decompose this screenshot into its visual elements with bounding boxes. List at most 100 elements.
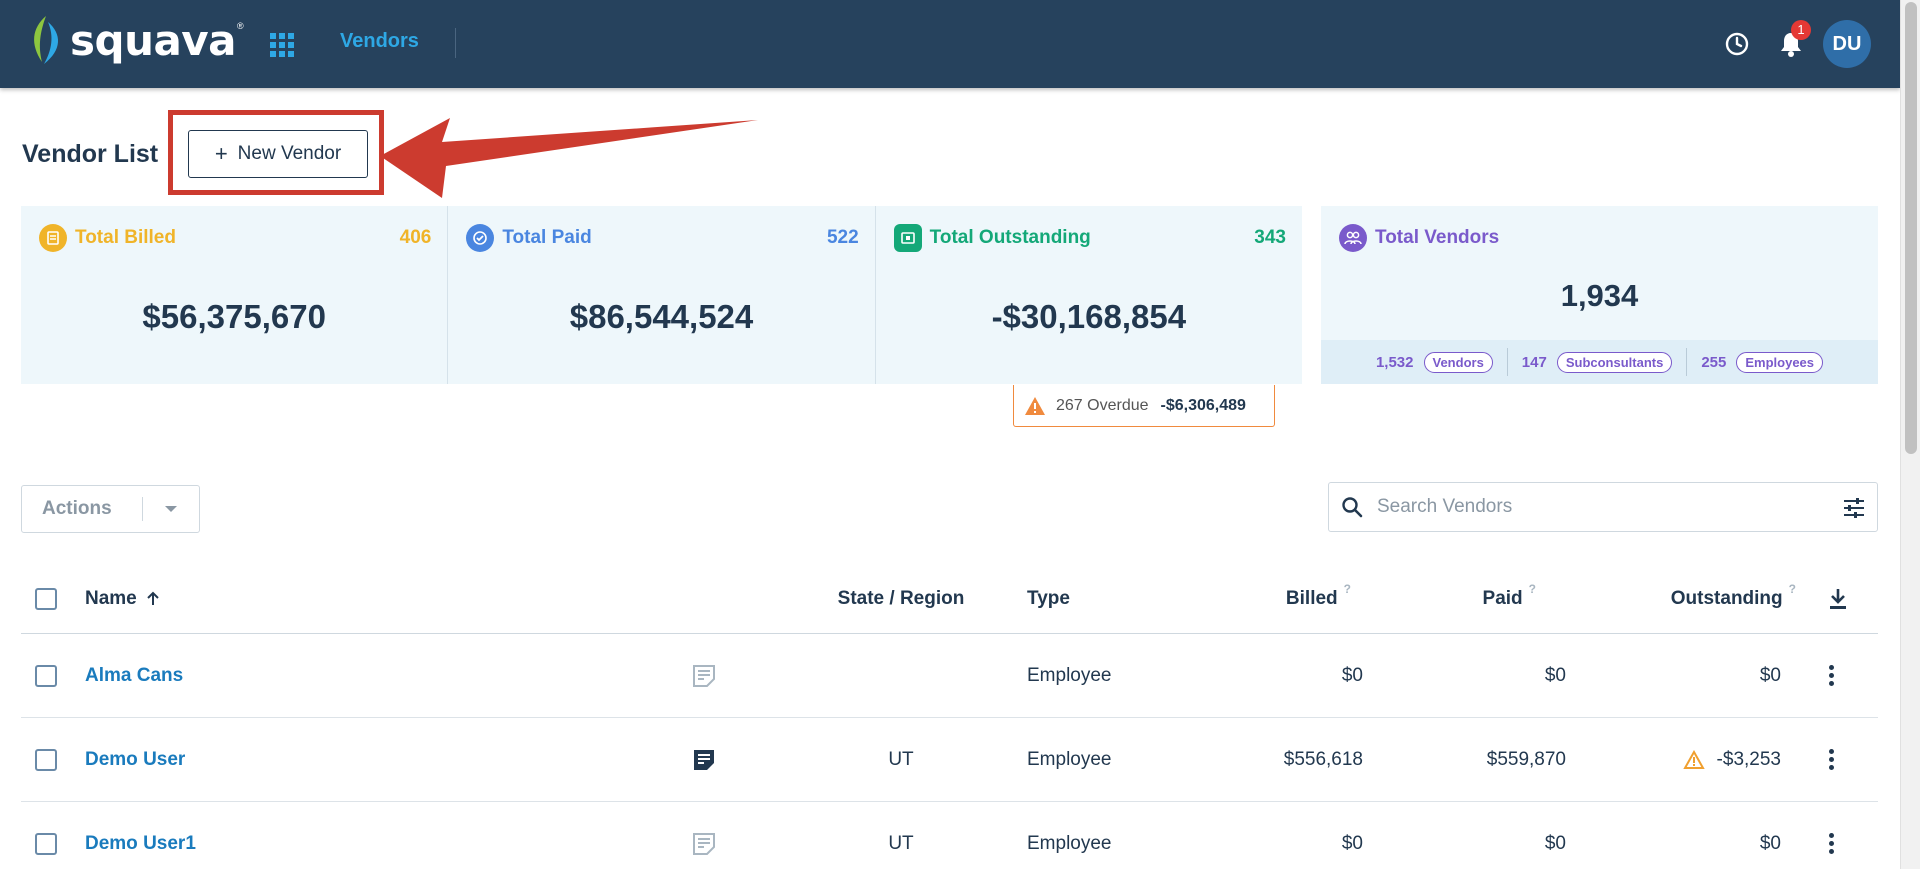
- notes-icon[interactable]: [691, 663, 717, 689]
- stat-paid-amount: $86,544,524: [569, 298, 754, 335]
- user-avatar[interactable]: DU: [1823, 20, 1871, 68]
- vendor-billed: $0: [1341, 832, 1363, 854]
- stat-billed-count: 406: [399, 227, 432, 248]
- stat-billed-amount: $56,375,670: [142, 298, 326, 335]
- breakdown-count: 255: [1701, 353, 1727, 371]
- table-row[interactable]: Demo User UT Employee $556,618 $559,870 …: [21, 718, 1878, 802]
- vendor-type: Employee: [1027, 748, 1112, 770]
- vendor-state: UT: [888, 832, 914, 854]
- overdue-indicator[interactable]: 267 Overdue -$6,306,489: [1013, 385, 1275, 427]
- nav-divider: [455, 28, 456, 58]
- table-row[interactable]: Alma Cans Employee $0 $0 $0: [21, 634, 1878, 718]
- help-icon[interactable]: ?: [1344, 582, 1351, 596]
- apps-grid-icon[interactable]: [270, 33, 294, 57]
- vendors-group-icon: [1339, 224, 1367, 252]
- vendor-billed: $556,618: [1283, 748, 1363, 770]
- stat-outstanding-count: 343: [1254, 227, 1286, 248]
- vendor-outstanding: -$3,253: [1581, 718, 1781, 801]
- paid-check-icon: [466, 224, 495, 252]
- breakdown-count: 1,532: [1375, 353, 1414, 371]
- notes-filled-icon[interactable]: [691, 747, 717, 773]
- chevron-down-icon[interactable]: [165, 506, 177, 512]
- column-header-state[interactable]: State / Region: [801, 565, 1001, 633]
- header-name-label: Name: [85, 588, 137, 609]
- stat-vendors-total: 1,934: [1560, 278, 1639, 313]
- header-paid-label: Paid: [1482, 588, 1523, 609]
- sort-arrow-up-icon[interactable]: [145, 591, 161, 607]
- filter-sliders-icon[interactable]: [1843, 497, 1865, 519]
- breakdown-subconsultants[interactable]: 147 Subconsultants: [1508, 348, 1688, 376]
- download-icon[interactable]: [1828, 588, 1848, 610]
- vendor-outstanding: $0: [1759, 832, 1781, 854]
- row-checkbox[interactable]: [35, 664, 57, 687]
- nav-link-vendors[interactable]: Vendors: [340, 30, 419, 53]
- column-header-paid[interactable]: Paid?: [1381, 565, 1536, 633]
- column-header-outstanding[interactable]: Outstanding?: [1581, 565, 1796, 633]
- billed-icon: [39, 224, 67, 252]
- vendor-paid: $0: [1544, 832, 1566, 854]
- actions-divider: [142, 497, 143, 521]
- stat-card-paid[interactable]: Total Paid 522 $86,544,524: [448, 206, 876, 384]
- stat-card-vendors[interactable]: Total Vendors 1,934 1,532 Vendors 147 Su…: [1321, 206, 1878, 384]
- search-box: [1328, 482, 1878, 532]
- notes-icon[interactable]: [691, 831, 717, 857]
- help-icon[interactable]: ?: [1789, 582, 1796, 596]
- page-scrollbar[interactable]: [1900, 0, 1920, 869]
- more-vertical-icon[interactable]: [1829, 833, 1834, 854]
- stat-outstanding-amount: -$30,168,854: [991, 298, 1187, 335]
- select-all-checkbox[interactable]: [35, 588, 57, 610]
- vendor-name-link[interactable]: Alma Cans: [85, 665, 183, 687]
- stat-vendors-label: Total Vendors: [1375, 227, 1500, 248]
- vendor-state: [801, 634, 1001, 717]
- table-row[interactable]: Demo User1 UT Employee $0 $0 $0: [21, 802, 1878, 869]
- brand-name: squava: [70, 15, 237, 65]
- vendor-name-link[interactable]: Demo User: [85, 749, 185, 771]
- vendor-state: UT: [888, 748, 914, 770]
- new-vendor-button[interactable]: + New Vendor: [188, 130, 368, 178]
- header-billed-label: Billed: [1285, 588, 1338, 609]
- vendor-type: Employee: [1027, 832, 1112, 854]
- top-nav-bar: squava ® Vendors 1 DU: [0, 0, 1900, 88]
- more-vertical-icon[interactable]: [1829, 749, 1834, 770]
- search-icon: [1342, 497, 1363, 518]
- plus-icon: +: [214, 141, 228, 166]
- help-icon[interactable]: ?: [1529, 582, 1536, 596]
- leaf-icon: [34, 16, 59, 64]
- header-outstanding-label: Outstanding: [1670, 588, 1783, 609]
- clock-icon[interactable]: [1725, 32, 1749, 56]
- new-vendor-label: New Vendor: [237, 143, 342, 164]
- stats-panel: Total Billed 406 $56,375,670 Total Paid …: [21, 206, 1302, 384]
- vendor-table: Name State / Region Type Billed? Paid? O…: [21, 565, 1878, 869]
- registered-mark: ®: [237, 21, 244, 31]
- actions-dropdown[interactable]: Actions: [21, 485, 200, 533]
- vendor-type: Employee: [1027, 664, 1112, 686]
- scrollbar-thumb[interactable]: [1905, 2, 1917, 454]
- breakdown-employees[interactable]: 255 Employees: [1687, 348, 1837, 376]
- breakdown-pill: Employees: [1736, 351, 1824, 373]
- stat-outstanding-label: Total Outstanding: [929, 227, 1091, 248]
- breakdown-pill: Vendors: [1423, 351, 1493, 373]
- vendors-breakdown: 1,532 Vendors 147 Subconsultants 255 Emp…: [1321, 340, 1878, 384]
- overdue-amount: -$6,306,489: [1160, 396, 1246, 414]
- stat-card-outstanding[interactable]: Total Outstanding 343 -$30,168,854: [876, 206, 1302, 384]
- squava-logo[interactable]: squava ®: [28, 14, 244, 66]
- breakdown-vendors[interactable]: 1,532 Vendors: [1362, 348, 1508, 376]
- page-title: Vendor List: [22, 140, 159, 168]
- stat-paid-count: 522: [826, 227, 859, 248]
- column-header-type[interactable]: Type: [1027, 565, 1070, 633]
- actions-label: Actions: [42, 498, 112, 519]
- row-checkbox[interactable]: [35, 748, 57, 771]
- breakdown-pill: Subconsultants: [1556, 351, 1673, 373]
- overdue-label: 267 Overdue: [1056, 396, 1149, 414]
- annotation-arrow-icon: [380, 118, 758, 198]
- stat-paid-label: Total Paid: [502, 227, 592, 248]
- column-header-name[interactable]: Name: [85, 565, 161, 633]
- table-header-row: Name State / Region Type Billed? Paid? O…: [21, 565, 1878, 634]
- vendor-name-link[interactable]: Demo User1: [85, 833, 196, 855]
- vendor-paid: $559,870: [1486, 748, 1566, 770]
- more-vertical-icon[interactable]: [1829, 665, 1834, 686]
- row-checkbox[interactable]: [35, 832, 57, 855]
- search-input[interactable]: [1377, 496, 1817, 518]
- column-header-billed[interactable]: Billed?: [1151, 565, 1351, 633]
- stat-card-billed[interactable]: Total Billed 406 $56,375,670: [21, 206, 449, 384]
